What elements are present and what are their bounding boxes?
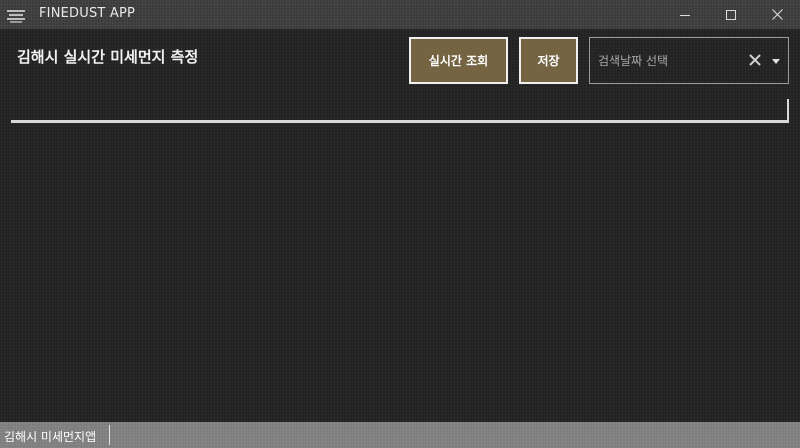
save-button[interactable]: 저장 <box>519 37 578 84</box>
status-bar: 김해시 미세먼지앱 <box>0 422 800 448</box>
title-bar[interactable]: FINEDUST APP <box>0 0 800 29</box>
divider-line <box>11 120 787 123</box>
minimize-button[interactable] <box>662 0 708 29</box>
clear-icon[interactable] <box>746 51 764 69</box>
date-search-input[interactable] <box>598 52 738 70</box>
date-picker[interactable] <box>589 37 789 84</box>
maximize-icon <box>726 5 736 24</box>
main-content: 김해시 실시간 미세먼지 측정 실시간 조회 저장 <box>0 29 800 422</box>
data-panel-divider <box>11 99 789 123</box>
status-text: 김해시 미세먼지앱 <box>4 430 97 444</box>
status-divider <box>109 425 110 445</box>
chevron-down-icon[interactable] <box>770 55 782 67</box>
maximize-button[interactable] <box>708 0 754 29</box>
realtime-query-button[interactable]: 실시간 조회 <box>409 37 508 84</box>
page-title: 김해시 실시간 미세먼지 측정 <box>17 48 199 66</box>
close-icon <box>771 5 783 24</box>
close-button[interactable] <box>754 0 800 29</box>
minimize-icon <box>680 5 690 24</box>
app-menu-icon[interactable] <box>7 8 25 23</box>
window-title: FINEDUST APP <box>39 6 136 21</box>
